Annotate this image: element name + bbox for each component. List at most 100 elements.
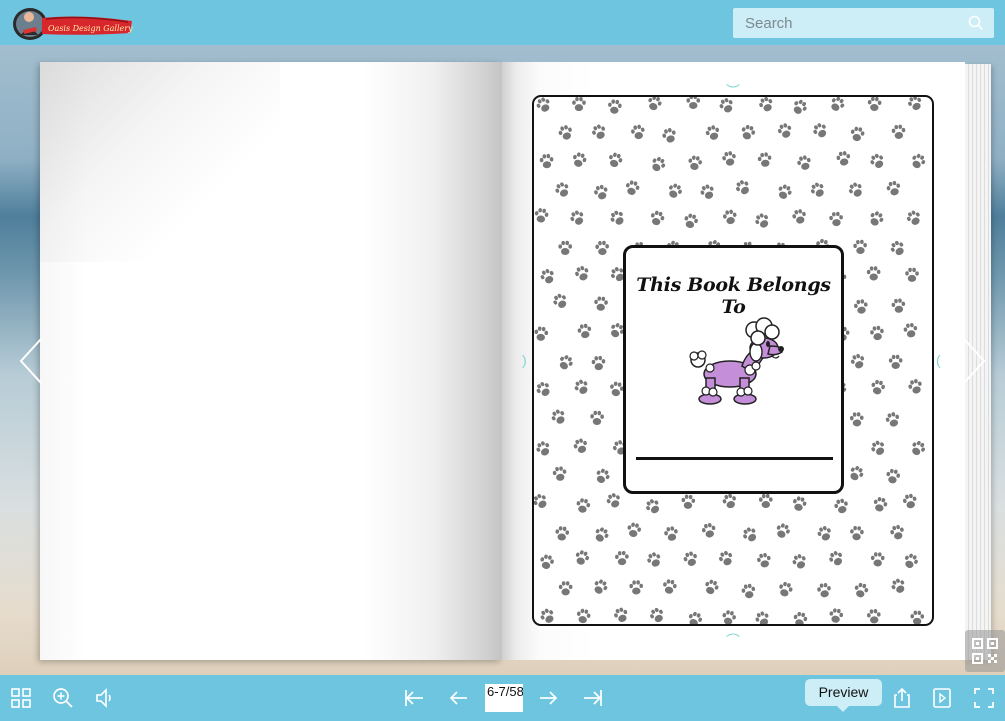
paw-print bbox=[722, 151, 736, 166]
paw-print bbox=[854, 582, 869, 598]
paw-print bbox=[870, 211, 884, 226]
paw-print bbox=[664, 526, 678, 541]
paw-print bbox=[534, 208, 549, 223]
paw-print bbox=[540, 554, 554, 569]
paw-print bbox=[555, 182, 569, 197]
paw-print bbox=[850, 353, 865, 369]
paw-print bbox=[871, 379, 885, 395]
paw-print bbox=[829, 211, 843, 227]
paw-print bbox=[870, 552, 885, 567]
paw-print bbox=[688, 611, 702, 624]
paw-print bbox=[577, 323, 592, 339]
paw-print bbox=[891, 124, 906, 139]
paw-print bbox=[575, 550, 589, 565]
search-icon[interactable] bbox=[968, 15, 984, 31]
paw-print bbox=[722, 493, 736, 509]
paw-print bbox=[570, 210, 584, 225]
paw-print bbox=[540, 269, 554, 284]
paw-print bbox=[572, 97, 586, 112]
paw-print bbox=[903, 322, 918, 338]
paw-print bbox=[536, 97, 550, 112]
paw-print bbox=[908, 379, 922, 394]
paw-print bbox=[853, 239, 867, 255]
arrow-left-icon[interactable] bbox=[448, 687, 470, 709]
paw-print bbox=[594, 184, 608, 200]
page-marker-right: ( bbox=[936, 352, 941, 368]
speaker-icon[interactable] bbox=[94, 687, 116, 709]
paw-print bbox=[912, 440, 925, 456]
paw-print bbox=[595, 527, 609, 542]
paw-print bbox=[755, 213, 769, 228]
first-page-icon[interactable] bbox=[403, 687, 425, 709]
paw-print bbox=[627, 522, 641, 538]
grid-icon[interactable] bbox=[10, 687, 32, 709]
paw-print bbox=[910, 610, 925, 624]
paw-print bbox=[646, 499, 660, 514]
paw-print bbox=[592, 124, 605, 139]
paw-print bbox=[559, 355, 573, 370]
paw-print bbox=[793, 611, 808, 624]
share-icon[interactable] bbox=[891, 687, 913, 709]
paw-print bbox=[741, 124, 756, 140]
fullscreen-icon[interactable] bbox=[973, 687, 995, 709]
paw-print bbox=[558, 581, 573, 596]
paw-print bbox=[905, 267, 919, 282]
paw-print bbox=[705, 579, 719, 595]
paw-print bbox=[886, 468, 900, 484]
paw-print bbox=[647, 552, 661, 567]
last-page-icon[interactable] bbox=[582, 687, 604, 709]
page-marker-top: ︶ bbox=[726, 83, 740, 99]
paw-print bbox=[854, 299, 868, 314]
page-number-input[interactable]: 6-7/58 bbox=[485, 684, 523, 712]
paw-print bbox=[594, 296, 608, 311]
paw-print bbox=[555, 526, 570, 541]
search-input[interactable] bbox=[733, 8, 963, 38]
paw-print bbox=[663, 579, 677, 594]
paw-print bbox=[817, 582, 831, 598]
paw-print bbox=[591, 355, 606, 371]
paw-print bbox=[793, 99, 807, 114]
paw-print bbox=[810, 182, 824, 197]
paw-print bbox=[594, 579, 608, 594]
paw-print bbox=[536, 441, 550, 456]
preview-icon[interactable] bbox=[931, 687, 953, 709]
paw-print bbox=[850, 466, 864, 481]
paw-print bbox=[576, 608, 591, 624]
paw-print bbox=[662, 128, 676, 143]
svg-text:Oasis Design Gallery Inc: Oasis Design Gallery Inc bbox=[48, 24, 134, 33]
paw-print bbox=[536, 382, 550, 396]
preview-tooltip: Preview bbox=[805, 679, 882, 712]
next-page-arrow-icon[interactable] bbox=[960, 336, 990, 386]
previous-page-arrow-icon[interactable] bbox=[17, 336, 47, 386]
paw-print bbox=[831, 97, 845, 111]
paw-print bbox=[850, 126, 865, 142]
logo[interactable]: Oasis Design Gallery Inc bbox=[12, 5, 148, 41]
paw-print bbox=[743, 527, 757, 542]
paw-print bbox=[719, 550, 732, 566]
paw-print bbox=[688, 155, 702, 170]
paw-print bbox=[534, 326, 549, 341]
left-page[interactable] bbox=[40, 62, 502, 660]
paw-print bbox=[551, 409, 565, 424]
zoom-in-icon[interactable] bbox=[52, 687, 74, 709]
paw-print bbox=[553, 293, 567, 308]
paw-print bbox=[705, 125, 720, 140]
paw-print bbox=[891, 578, 905, 593]
paw-print bbox=[776, 523, 790, 538]
paw-print bbox=[792, 209, 806, 224]
paw-print bbox=[736, 180, 749, 195]
page-marker-bottom: ︵ bbox=[726, 623, 740, 639]
paw-print bbox=[757, 552, 771, 568]
paw-print bbox=[912, 153, 926, 169]
qr-code-button[interactable] bbox=[965, 630, 1005, 672]
paw-print bbox=[871, 440, 885, 455]
flipbook: This Book Belongs To bbox=[40, 62, 965, 660]
paw-print bbox=[722, 610, 736, 624]
paw-print bbox=[757, 152, 772, 167]
paw-print bbox=[813, 123, 827, 138]
paw-print bbox=[650, 607, 663, 623]
paw-print bbox=[719, 98, 733, 113]
paw-print bbox=[867, 97, 882, 112]
search-box bbox=[733, 8, 994, 38]
arrow-right-icon[interactable] bbox=[537, 687, 559, 709]
